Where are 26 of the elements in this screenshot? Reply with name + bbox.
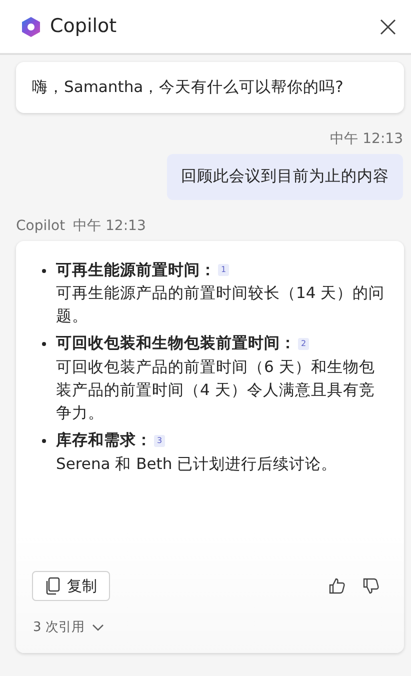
bullet-icon — [42, 342, 46, 346]
chevron-down-icon — [92, 624, 104, 632]
sender-name: Copilot — [16, 216, 66, 236]
point-text: 可回收包装产品的前置时间（6 天）和生物包装产品的前置时间（4 天）令人满意且具有竞争力。 — [56, 356, 376, 424]
citation-marker[interactable]: 3 — [154, 435, 166, 447]
bullet-icon — [42, 439, 46, 444]
point-title: 可回收包装和生物包装前置时间： — [56, 334, 296, 352]
copy-icon — [45, 576, 61, 595]
references-toggle[interactable]: 3 次引用 — [32, 617, 388, 638]
message-time: 中午 12:13 — [330, 130, 403, 150]
thumbs-down-icon[interactable] — [362, 576, 380, 595]
user-message: 回顾此会议到目前为止的内容 — [167, 154, 403, 200]
thumbs-up-icon[interactable] — [328, 576, 346, 595]
point-title: 库存和需求： — [56, 431, 152, 450]
citation-marker[interactable]: 1 — [218, 264, 230, 276]
point-title: 可再生能源前置时间： — [56, 260, 216, 278]
greeting-message: 嗨，Samantha，今天有什么可以帮你的吗? — [32, 78, 344, 96]
logo-icon — [20, 16, 42, 38]
point-text: 可再生能源产品的前置时间较长（14 天）的问题。 — [56, 282, 386, 327]
close-icon[interactable] — [379, 18, 397, 36]
copy-button[interactable]: 复制 — [32, 570, 110, 601]
citation-marker[interactable]: 2 — [298, 338, 310, 350]
point-text: Serena 和 Beth 已计划进行后续讨论。 — [56, 454, 338, 474]
bullet-icon — [42, 268, 46, 272]
app-title: Copilot — [50, 14, 117, 40]
message-time: 中午 12:13 — [73, 216, 146, 236]
